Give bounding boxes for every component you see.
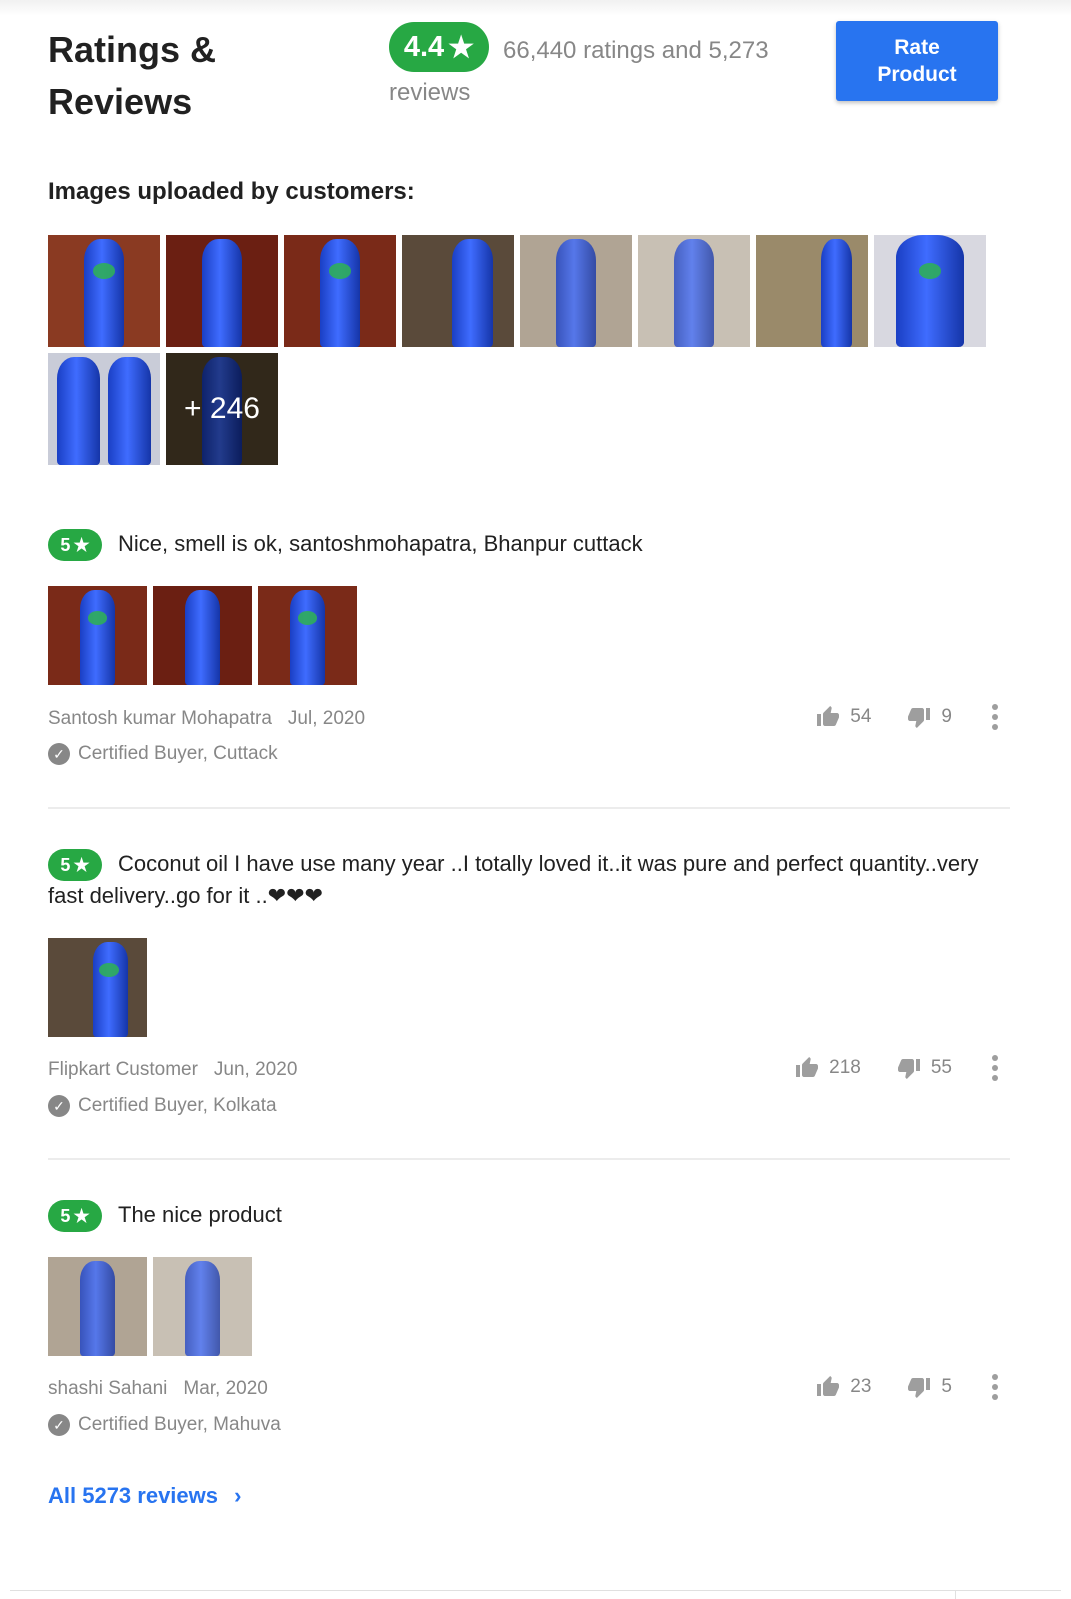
review-image-thumb[interactable]	[48, 586, 147, 685]
thumbs-down-icon	[908, 708, 931, 728]
certified-buyer: ✓ Certified Buyer, Mahuva	[48, 1414, 281, 1436]
overall-rating-value: 4.4	[403, 30, 445, 63]
customer-image-thumb[interactable]	[638, 235, 750, 347]
all-reviews-link[interactable]: All 5273 reviews ›	[48, 1483, 241, 1509]
review-image-thumb[interactable]	[48, 938, 147, 1037]
review-image-thumb[interactable]	[153, 586, 252, 685]
dislike-button[interactable]: 55	[897, 1056, 952, 1080]
review-text: The nice product	[118, 1202, 282, 1227]
chevron-right-icon: ›	[234, 1483, 242, 1508]
star-icon: ★	[73, 1205, 90, 1226]
thumbs-down-icon	[908, 1378, 931, 1398]
review-votes: 23 5	[816, 1374, 998, 1400]
review-votes: 218 55	[795, 1055, 998, 1081]
thumbs-down-icon	[897, 1059, 920, 1079]
top-shadow	[0, 0, 1071, 16]
reviewer-line: shashi Sahani Mar, 2020	[48, 1378, 268, 1400]
star-icon: ★	[448, 31, 475, 64]
dislike-count: 55	[930, 1057, 952, 1078]
review-image-thumb[interactable]	[153, 1257, 252, 1356]
review-votes: 54 9	[816, 704, 998, 730]
customer-image-thumb[interactable]	[166, 235, 278, 347]
certified-buyer: ✓ Certified Buyer, Cuttack	[48, 743, 278, 765]
like-button[interactable]: 54	[816, 705, 871, 729]
thumbs-up-icon	[817, 1376, 840, 1396]
review-rating-badge: 5 ★	[48, 529, 102, 561]
review-text: Nice, smell is ok, santoshmohapatra, Bha…	[118, 531, 643, 556]
review-image-thumb[interactable]	[258, 586, 357, 685]
more-vert-icon[interactable]	[992, 1055, 998, 1081]
dislike-button[interactable]: 9	[907, 705, 952, 729]
review-rating-value: 5	[60, 534, 71, 555]
like-button[interactable]: 23	[816, 1375, 871, 1399]
customer-image-thumb[interactable]	[756, 235, 868, 347]
review-divider	[48, 807, 1010, 809]
page-title: Ratings & Reviews	[48, 29, 217, 122]
check-circle-icon: ✓	[48, 743, 70, 765]
review-text: Coconut oil I have use many year ..I tot…	[48, 851, 979, 908]
review-date: Mar, 2020	[183, 1378, 268, 1399]
reviewer-line: Santosh kumar Mohapatra Jul, 2020	[48, 708, 365, 730]
customer-image-more[interactable]: + 246	[166, 353, 278, 465]
customer-image-thumb[interactable]	[48, 353, 160, 465]
review-rating-badge: 5 ★	[48, 1200, 102, 1232]
check-circle-icon: ✓	[48, 1414, 70, 1436]
certified-buyer-label: Certified Buyer, Kolkata	[78, 1095, 277, 1116]
customer-image-thumb[interactable]	[520, 235, 632, 347]
review-rating-value: 5	[60, 1205, 71, 1226]
thumbs-up-icon	[796, 1057, 819, 1077]
review-date: Jun, 2020	[213, 1059, 298, 1080]
customer-image-thumb[interactable]	[874, 235, 986, 347]
rate-product-label: Rate Product	[877, 36, 957, 86]
next-card-divider	[955, 1590, 956, 1599]
star-icon: ★	[73, 534, 90, 555]
check-circle-icon: ✓	[48, 1095, 70, 1117]
review-date: Jul, 2020	[287, 708, 366, 729]
like-count: 218	[829, 1057, 861, 1078]
review-rating-badge: 5 ★	[48, 849, 102, 881]
review-rating-value: 5	[60, 854, 71, 875]
review-image-thumb[interactable]	[48, 1257, 147, 1356]
more-vert-icon[interactable]	[992, 704, 998, 730]
reviewer-name: Flipkart Customer	[48, 1059, 198, 1080]
like-count: 23	[850, 1376, 872, 1397]
dislike-button[interactable]: 5	[907, 1375, 952, 1399]
next-card-edge	[10, 1590, 1061, 1591]
like-button[interactable]: 218	[795, 1056, 861, 1080]
all-reviews-label: All 5273 reviews	[48, 1483, 219, 1508]
like-count: 54	[850, 706, 872, 727]
customer-image-thumb[interactable]	[48, 235, 160, 347]
star-icon: ★	[73, 854, 90, 875]
reviewer-name: shashi Sahani	[48, 1378, 168, 1399]
more-vert-icon[interactable]	[992, 1374, 998, 1400]
overall-rating-badge: 4.4 ★	[389, 22, 489, 72]
certified-buyer: ✓ Certified Buyer, Kolkata	[48, 1095, 277, 1117]
certified-buyer-label: Certified Buyer, Mahuva	[78, 1414, 281, 1435]
certified-buyer-label: Certified Buyer, Cuttack	[78, 743, 278, 764]
thumbs-up-icon	[817, 706, 840, 726]
customer-images-heading: Images uploaded by customers:	[48, 178, 415, 205]
reviewer-name: Santosh kumar Mohapatra	[48, 708, 272, 729]
more-images-count: + 246	[166, 353, 278, 465]
rate-product-button[interactable]: Rate Product	[836, 21, 998, 101]
review-divider	[48, 1158, 1010, 1160]
dislike-count: 5	[941, 1376, 952, 1397]
dislike-count: 9	[941, 706, 952, 727]
customer-image-thumb[interactable]	[284, 235, 396, 347]
reviewer-line: Flipkart Customer Jun, 2020	[48, 1059, 297, 1081]
customer-image-thumb[interactable]	[402, 235, 514, 347]
